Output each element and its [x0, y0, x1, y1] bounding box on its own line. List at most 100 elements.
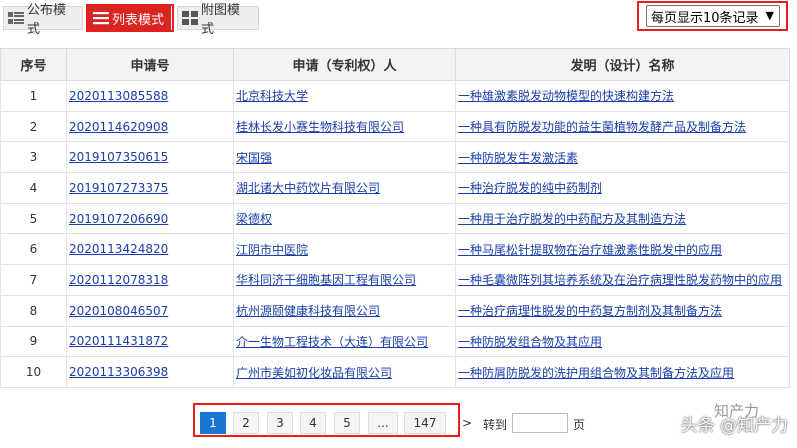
title-link[interactable]: 一种雄激素脱发动物模型的快速构建方法: [458, 89, 674, 103]
table-row: 7 2020112078318 华科同济干细胞基因工程有限公司 一种毛囊微阵列其培养系…: [0, 264, 790, 296]
watermark-text: 头条 @知产力: [680, 416, 788, 436]
applicant-link[interactable]: 北京科技大学: [236, 89, 308, 103]
page-ellipsis: ...: [368, 412, 398, 434]
title-cell: 一种防脱发生发激活素: [455, 141, 790, 174]
applicant-link[interactable]: 桂林长发小赛生物科技有限公司: [236, 120, 404, 134]
row-index-cell: 2: [0, 110, 67, 143]
applicant-cell: 宋国强: [233, 141, 456, 174]
row-index-cell: 4: [0, 172, 67, 204]
grid-mode-icon: [182, 11, 198, 25]
page-5-button[interactable]: 5: [334, 412, 360, 434]
title-link[interactable]: 一种治疗病理性脱发的中药复方制剂及其制备方法: [458, 304, 722, 318]
title-link[interactable]: 一种毛囊微阵列其培养系统及在治疗病理性脱发药物中的应用: [458, 273, 782, 287]
application-number-link[interactable]: 2019107206690: [69, 212, 168, 226]
applicant-link[interactable]: 华科同济干细胞基因工程有限公司: [236, 273, 416, 287]
title-cell: 一种马尾松针提取物在治疗雄激素性脱发中的应用: [455, 233, 790, 266]
title-link[interactable]: 一种治疗脱发的纯中药制剂: [458, 181, 602, 195]
title-link[interactable]: 一种防脱发组合物及其应用: [458, 335, 602, 349]
application-number-link[interactable]: 2020114620908: [69, 120, 168, 134]
application-number-link[interactable]: 2020111431872: [69, 334, 168, 348]
next-page-button[interactable]: >: [462, 416, 472, 430]
applicant-cell: 华科同济干细胞基因工程有限公司: [233, 264, 456, 296]
list-mode-label: 列表模式: [112, 12, 165, 28]
page-1-button[interactable]: 1: [200, 412, 226, 434]
row-index-cell: 9: [0, 325, 67, 358]
title-cell: 一种雄激素脱发动物模型的快速构建方法: [455, 80, 790, 112]
header-applicant: 申请（专利权）人: [233, 48, 456, 81]
row-index-cell: 6: [0, 233, 67, 266]
title-link[interactable]: 一种具有防脱发功能的益生菌植物发酵产品及制备方法: [458, 120, 746, 134]
applicant-link[interactable]: 杭州源颐健康科技有限公司: [236, 304, 380, 318]
table-row: 5 2019107206690 梁德权 一种用于治疗脱发的中药配方及其制造方法: [0, 202, 790, 235]
application-number-link[interactable]: 2020112078318: [69, 273, 168, 287]
application-number-link[interactable]: 2020113085588: [69, 89, 168, 103]
applicant-link[interactable]: 湖北诸大中药饮片有限公司: [236, 181, 380, 195]
page-4-button[interactable]: 4: [300, 412, 326, 434]
grid-mode-button[interactable]: 附图模式: [177, 3, 259, 37]
page-size-select[interactable]: 每页显示10条记录 ▼: [646, 5, 780, 27]
list-mode-button[interactable]: 列表模式: [88, 6, 171, 30]
title-link[interactable]: 一种防屑防脱发的洗护用组合物及其制备方法及应用: [458, 366, 734, 380]
table-row: 9 2020111431872 介一生物工程技术（大连）有限公司 一种防脱发组合物及其…: [0, 325, 790, 358]
chevron-down-icon: ▼: [765, 9, 774, 22]
page-3-button[interactable]: 3: [267, 412, 293, 434]
application-number-link[interactable]: 2020113306398: [69, 365, 168, 379]
header-index: 序号: [0, 48, 67, 81]
header-title: 发明（设计）名称: [455, 48, 790, 81]
applicant-cell: 杭州源颐健康科技有限公司: [233, 294, 456, 327]
application-number-cell: 2019107273375: [66, 172, 234, 204]
application-number-cell: 2019107206690: [66, 202, 234, 235]
title-cell: 一种防脱发组合物及其应用: [455, 325, 790, 358]
goto-page-input[interactable]: [512, 413, 568, 433]
table-row: 6 2020113424820 江阴市中医院 一种马尾松针提取物在治疗雄激素性脱发中的…: [0, 233, 790, 266]
page-last-button[interactable]: 147: [404, 412, 446, 434]
title-cell: 一种防屑防脱发的洗护用组合物及其制备方法及应用: [455, 356, 790, 388]
row-index-cell: 7: [0, 264, 67, 296]
header-application-number: 申请号: [66, 48, 234, 81]
title-link[interactable]: 一种防脱发生发激活素: [458, 151, 578, 165]
application-number-link[interactable]: 2019107350615: [69, 150, 168, 164]
applicant-cell: 北京科技大学: [233, 80, 456, 112]
row-index-cell: 5: [0, 202, 67, 235]
application-number-cell: 2020111431872: [66, 325, 234, 358]
applicant-cell: 桂林长发小赛生物科技有限公司: [233, 110, 456, 143]
application-number-cell: 2020108046507: [66, 294, 234, 327]
goto-unit-label: 页: [573, 418, 586, 432]
row-index-cell: 8: [0, 294, 67, 327]
application-number-cell: 2020113424820: [66, 233, 234, 266]
title-link[interactable]: 一种用于治疗脱发的中药配方及其制造方法: [458, 212, 686, 226]
table-row: 1 2020113085588 北京科技大学 一种雄激素脱发动物模型的快速构建方法: [0, 80, 790, 112]
title-cell: 一种治疗脱发的纯中药制剂: [455, 172, 790, 204]
application-number-link[interactable]: 2020108046507: [69, 304, 168, 318]
title-cell: 一种具有防脱发功能的益生菌植物发酵产品及制备方法: [455, 110, 790, 143]
applicant-cell: 广州市美如初化妆品有限公司: [233, 356, 456, 388]
publish-mode-label: 公布模式: [27, 3, 67, 37]
title-cell: 一种用于治疗脱发的中药配方及其制造方法: [455, 202, 790, 235]
title-cell: 一种治疗病理性脱发的中药复方制剂及其制备方法: [455, 294, 790, 327]
page-2-button[interactable]: 2: [233, 412, 259, 434]
title-link[interactable]: 一种马尾松针提取物在治疗雄激素性脱发中的应用: [458, 243, 722, 257]
applicant-link[interactable]: 介一生物工程技术（大连）有限公司: [236, 335, 428, 349]
application-number-cell: 2020113306398: [66, 356, 234, 388]
application-number-link[interactable]: 2019107273375: [69, 181, 168, 195]
applicant-link[interactable]: 梁德权: [236, 212, 272, 226]
table-row: 4 2019107273375 湖北诸大中药饮片有限公司 一种治疗脱发的纯中药制剂: [0, 172, 790, 204]
applicant-cell: 梁德权: [233, 202, 456, 235]
grid-mode-label: 附图模式: [201, 3, 241, 37]
table-header-row: 序号 申请号 申请（专利权）人 发明（设计）名称: [0, 48, 790, 81]
application-number-link[interactable]: 2020113424820: [69, 242, 168, 256]
applicant-link[interactable]: 宋国强: [236, 151, 272, 165]
applicant-link[interactable]: 广州市美如初化妆品有限公司: [236, 366, 392, 380]
list-mode-icon: [93, 11, 109, 25]
table-row: 3 2019107350615 宋国强 一种防脱发生发激活素: [0, 141, 790, 174]
row-index-cell: 10: [0, 356, 67, 388]
application-number-cell: 2019107350615: [66, 141, 234, 174]
results-table: 序号 申请号 申请（专利权）人 发明（设计）名称 1 2020113085588 北…: [0, 48, 790, 388]
publish-mode-button[interactable]: 公布模式: [3, 3, 83, 37]
applicant-cell: 湖北诸大中药饮片有限公司: [233, 172, 456, 204]
table-row: 10 2020113306398 广州市美如初化妆品有限公司 一种防屑防脱发的洗护用组…: [0, 356, 790, 388]
row-index-cell: 1: [0, 80, 67, 112]
applicant-cell: 介一生物工程技术（大连）有限公司: [233, 325, 456, 358]
applicant-link[interactable]: 江阴市中医院: [236, 243, 308, 257]
applicant-cell: 江阴市中医院: [233, 233, 456, 266]
